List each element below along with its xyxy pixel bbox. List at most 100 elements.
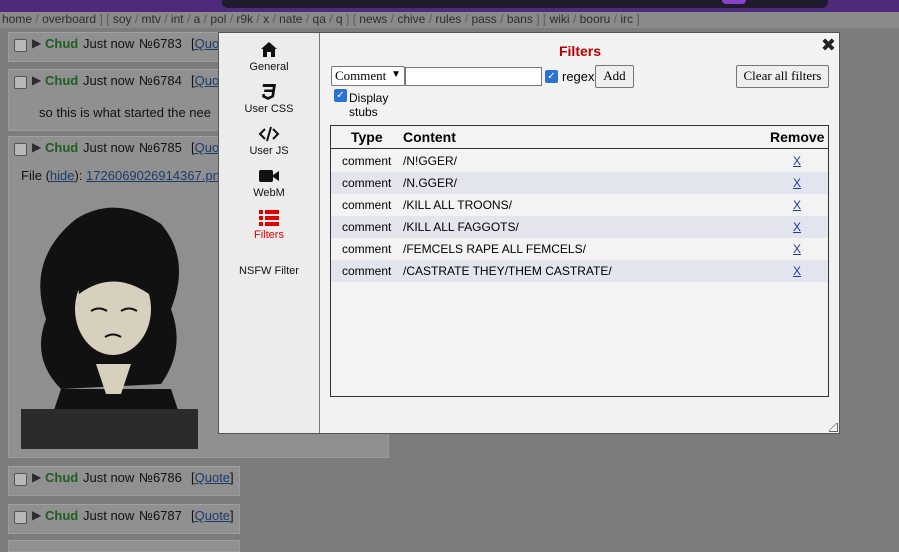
resize-handle[interactable] [829,423,838,432]
board-link-rules[interactable]: rules [435,12,461,26]
top-bar-indicator[interactable] [722,0,746,4]
post-checkbox[interactable] [14,39,27,52]
remove-filter-button[interactable]: X [793,176,801,190]
remove-filter-button[interactable]: X [793,264,801,278]
display-stubs-label: Display stubs [349,91,389,119]
post-quote-link[interactable]: Quote [195,508,230,523]
post-6784: ▶ Chud Just now №6784 [Quo so this is wh… [8,69,240,131]
post-author: Chud [45,36,79,51]
filter-text-input[interactable] [405,67,542,86]
code-icon [258,126,280,142]
post-thumbnail[interactable] [21,199,198,449]
top-bar [0,0,899,12]
post-number[interactable]: №6787 [139,508,182,523]
file-link[interactable]: 1726069026914367.pn [86,168,220,183]
post-6786: ▶ Chud Just now №6786 [Quote] [8,466,240,496]
post-quote-link[interactable]: Quo [195,36,220,51]
post-number[interactable]: №6783 [139,36,182,51]
table-row: comment /N!GGER/ X [331,150,828,172]
board-link-mtv[interactable]: mtv [142,12,161,26]
chevron-down-icon: ▼ [391,69,401,80]
table-row: comment /KILL ALL FAGGOTS/ X [331,216,828,238]
post-file-info: File (hide): 1726069026914367.pn [21,168,220,183]
row-type: comment [342,242,392,256]
row-content: /KILL ALL TROONS/ [403,198,512,212]
board-link-overboard[interactable]: overboard [42,12,96,26]
remove-filter-button[interactable]: X [793,242,801,256]
post-checkbox[interactable] [14,76,27,89]
tab-user-js[interactable]: User JS [219,125,319,157]
remove-filter-button[interactable]: X [793,220,801,234]
board-link-home[interactable]: home [2,12,32,26]
video-icon [259,170,279,182]
board-link-q[interactable]: q [336,12,343,26]
post-next [8,540,240,552]
board-link-soy[interactable]: soy [113,12,132,26]
regex-label: regex [562,69,595,84]
css3-icon [262,84,276,100]
post-menu-arrow-icon[interactable]: ▶ [32,470,41,484]
post-quote-link[interactable]: Quo [195,73,220,88]
board-link-chive[interactable]: chive [397,12,425,26]
board-link-booru[interactable]: booru [580,12,611,26]
post-body: so this is what started the nee [39,105,211,120]
board-link-pass[interactable]: pass [471,12,496,26]
post-number[interactable]: №6785 [139,140,182,155]
post-checkbox[interactable] [14,143,27,156]
home-icon [261,42,277,57]
post-quote-link[interactable]: Quote [195,470,230,485]
board-link-bans[interactable]: bans [507,12,533,26]
board-link-irc[interactable]: irc [620,12,633,26]
board-link-a[interactable]: a [194,12,201,26]
remove-filter-button[interactable]: X [793,154,801,168]
row-content: /N.GGER/ [403,176,458,190]
table-row: comment /KILL ALL TROONS/ X [331,194,828,216]
filter-type-select[interactable]: Comment ▼ [331,66,405,86]
col-content-header: Content [403,129,456,145]
post-menu-arrow-icon[interactable]: ▶ [32,73,41,87]
remove-filter-button[interactable]: X [793,198,801,212]
board-link-r9k[interactable]: r9k [236,12,253,26]
board-link-pol[interactable]: pol [210,12,226,26]
hide-file-link[interactable]: hide [50,168,75,183]
board-link-wiki[interactable]: wiki [550,12,570,26]
row-type: comment [342,176,392,190]
tab-webm[interactable]: WebM [219,167,319,199]
dialog-title: Filters [558,43,601,59]
post-menu-arrow-icon[interactable]: ▶ [32,140,41,154]
post-menu-arrow-icon[interactable]: ▶ [32,36,41,50]
clear-all-filters-button[interactable]: Clear all filters [736,65,829,88]
regex-checkbox[interactable]: ✓ [545,70,558,83]
col-remove-header: Remove [770,129,825,145]
post-menu-arrow-icon[interactable]: ▶ [32,508,41,522]
tab-filters[interactable]: Filters [219,209,319,241]
post-time: Just now [83,140,135,155]
board-link-nate[interactable]: nate [279,12,302,26]
board-link-news[interactable]: news [359,12,387,26]
post-number[interactable]: №6786 [139,470,182,485]
board-link-int[interactable]: int [171,12,184,26]
post-checkbox[interactable] [14,511,27,524]
tab-nsfw-filter[interactable]: NSFW Filter [219,265,319,277]
post-6787: ▶ Chud Just now №6787 [Quote] [8,504,240,534]
board-nav: home / overboard ] [ soy / mtv / int / a… [0,12,899,28]
row-content: /N!GGER/ [403,154,458,168]
post-author: Chud [45,140,79,155]
close-icon[interactable]: ✖ [821,36,836,54]
row-content: /FEMCELS RAPE ALL FEMCELS/ [403,242,586,256]
display-stubs-checkbox[interactable]: ✓ [334,89,347,102]
board-link-x[interactable]: x [263,12,269,26]
tab-user-css[interactable]: User CSS [219,83,319,115]
post-time: Just now [83,36,135,51]
post-quote-link[interactable]: Quo [195,140,220,155]
table-row: comment /FEMCELS RAPE ALL FEMCELS/ X [331,238,828,260]
row-type: comment [342,198,392,212]
col-type-header: Type [351,129,383,145]
post-number[interactable]: №6784 [139,73,182,88]
board-link-qa[interactable]: qa [313,12,326,26]
add-filter-button[interactable]: Add [595,65,634,88]
row-type: comment [342,220,392,234]
post-checkbox[interactable] [14,473,27,486]
post-author: Chud [45,73,79,88]
tab-general[interactable]: General [219,41,319,73]
